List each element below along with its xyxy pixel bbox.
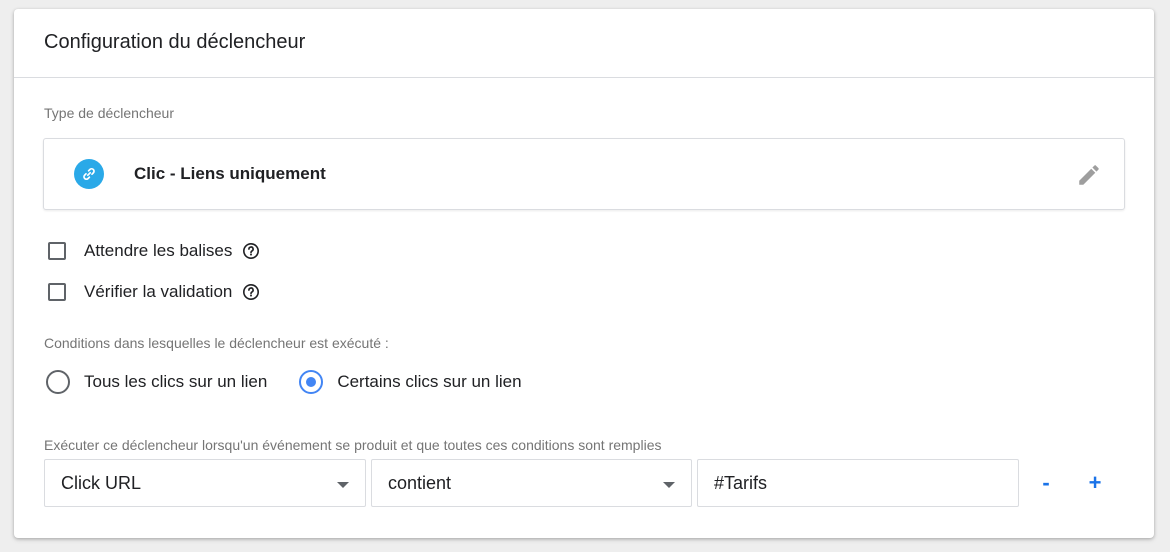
wait-for-tags-option: Attendre les balises — [48, 239, 260, 263]
trigger-type-label: Type de déclencheur — [44, 105, 174, 121]
trigger-configuration-card: Configuration du déclencheur Type de déc… — [14, 9, 1154, 538]
dropdown-arrow-icon — [663, 482, 675, 488]
trigger-type-selector[interactable]: Clic - Liens uniquement — [43, 138, 1125, 210]
conditions-label: Conditions dans lesquelles le déclencheu… — [44, 335, 389, 351]
card-title: Configuration du déclencheur — [44, 31, 306, 53]
all-link-clicks-radio[interactable] — [46, 370, 70, 394]
some-link-clicks-option[interactable]: Certains clics sur un lien — [299, 370, 522, 394]
conditions-radio-group: Tous les clics sur un lien Certains clic… — [46, 369, 522, 395]
value-input[interactable] — [698, 460, 1018, 506]
wait-for-tags-label: Attendre les balises — [84, 241, 233, 260]
variable-select[interactable]: Click URL — [44, 459, 366, 507]
filter-conditions-label: Exécuter ce déclencheur lorsqu'un événem… — [44, 437, 662, 453]
variable-select-value: Click URL — [61, 473, 142, 493]
card-header: Configuration du déclencheur — [14, 9, 1154, 78]
edit-pencil-icon[interactable] — [1076, 162, 1102, 188]
some-link-clicks-label: Certains clics sur un lien — [337, 372, 522, 391]
operator-select-value: contient — [388, 473, 452, 493]
all-link-clicks-label: Tous les clics sur un lien — [84, 372, 268, 391]
all-link-clicks-option[interactable]: Tous les clics sur un lien — [46, 370, 267, 394]
operator-select[interactable]: contient — [371, 459, 692, 507]
some-link-clicks-radio[interactable] — [299, 370, 324, 394]
help-icon[interactable] — [242, 283, 260, 301]
value-field[interactable] — [697, 459, 1019, 507]
link-icon — [74, 159, 104, 189]
check-validation-option: Vérifier la validation — [48, 280, 260, 304]
help-icon[interactable] — [242, 242, 260, 260]
wait-for-tags-checkbox[interactable] — [48, 242, 66, 260]
trigger-type-name: Clic - Liens uniquement — [134, 164, 326, 183]
check-validation-checkbox[interactable] — [48, 283, 66, 301]
add-condition-button[interactable]: + — [1083, 471, 1107, 495]
dropdown-arrow-icon — [337, 482, 349, 488]
remove-condition-button[interactable]: - — [1034, 471, 1058, 495]
check-validation-label: Vérifier la validation — [84, 282, 233, 301]
